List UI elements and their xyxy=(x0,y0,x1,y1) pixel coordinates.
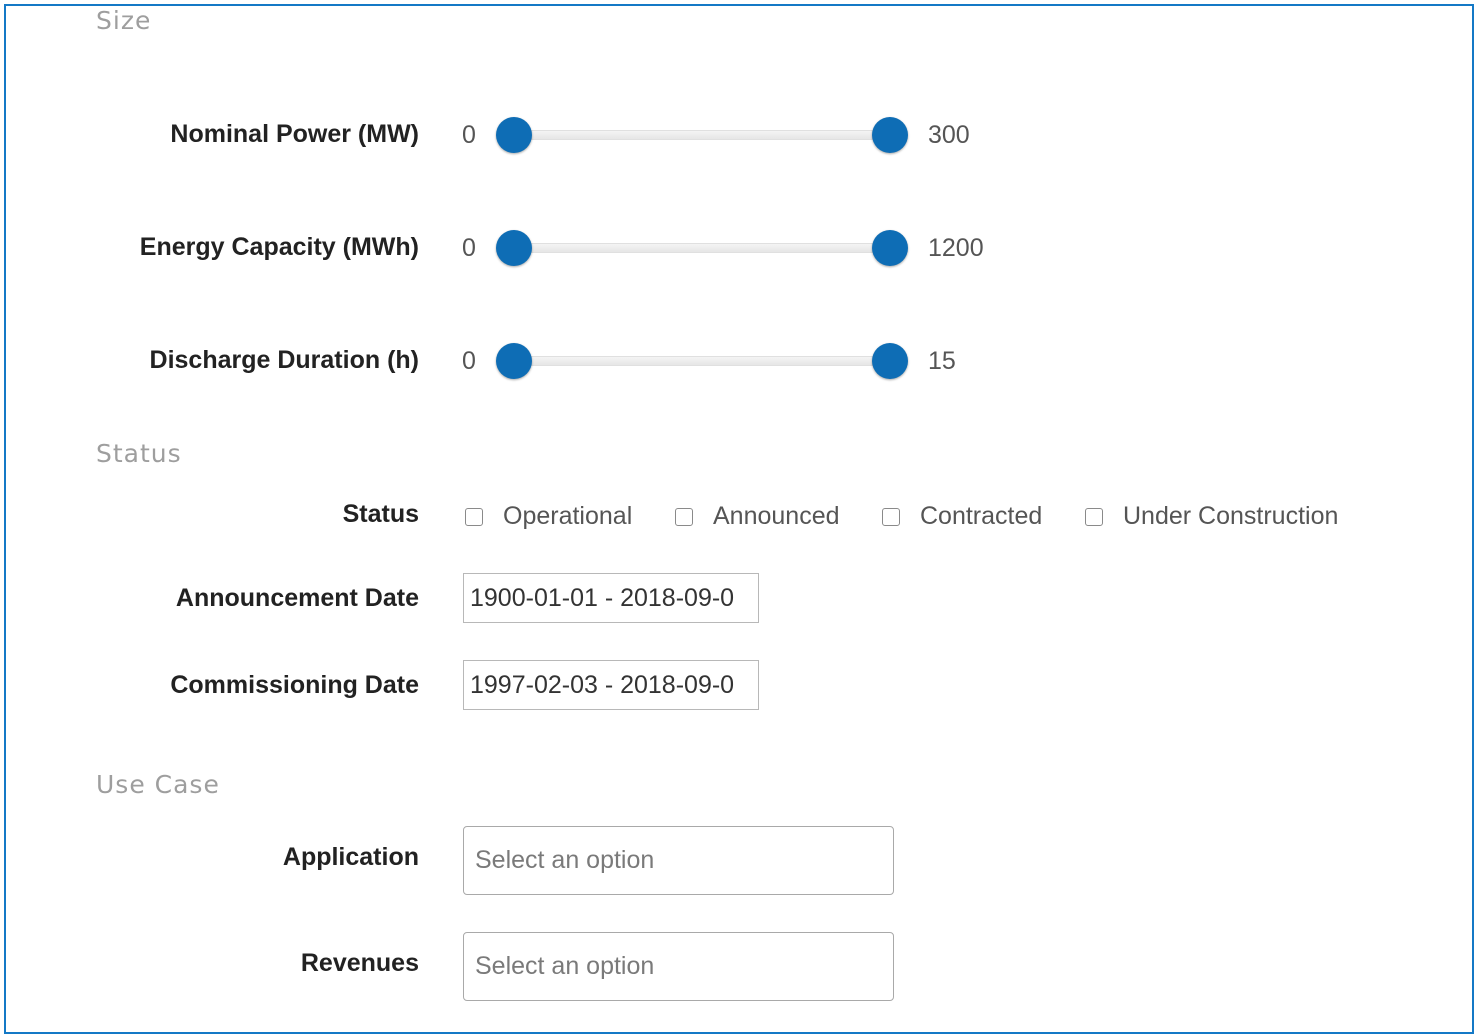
slider-min-handle[interactable] xyxy=(496,117,532,153)
application-label: Application xyxy=(282,843,419,871)
announcement-date-range-input[interactable]: 1900-01-01 - 2018-09-0 xyxy=(463,573,759,623)
slider-max-handle[interactable] xyxy=(872,230,908,266)
energy-capacity-max-value: 1200 xyxy=(928,234,984,262)
revenues-label: Revenues xyxy=(300,949,419,977)
discharge-duration-min-value: 0 xyxy=(462,347,476,375)
energy-capacity-label: Energy Capacity (MWh) xyxy=(139,233,419,261)
status-option-under-construction[interactable]: Under Construction xyxy=(1085,504,1338,529)
slider-track xyxy=(512,130,892,140)
status-option-contracted[interactable]: Contracted xyxy=(882,504,1042,529)
checkbox[interactable] xyxy=(675,507,693,526)
checkbox[interactable] xyxy=(1085,507,1103,526)
section-heading-status: Status xyxy=(96,439,182,468)
nominal-power-max-value: 300 xyxy=(928,121,970,149)
discharge-duration-label: Discharge Duration (h) xyxy=(149,346,419,374)
slider-track xyxy=(512,356,892,366)
section-heading-size: Size xyxy=(96,6,152,35)
slider-min-handle[interactable] xyxy=(496,343,532,379)
commissioning-date-label: Commissioning Date xyxy=(170,671,419,699)
energy-capacity-min-value: 0 xyxy=(462,234,476,262)
slider-track xyxy=(512,243,892,253)
discharge-duration-range-slider[interactable] xyxy=(496,341,908,385)
status-option-operational[interactable]: Operational xyxy=(465,504,632,529)
nominal-power-min-value: 0 xyxy=(462,121,476,149)
application-select[interactable]: Select an option xyxy=(463,826,894,895)
discharge-duration-max-value: 15 xyxy=(928,347,956,375)
slider-max-handle[interactable] xyxy=(872,117,908,153)
checkbox-label: Operational xyxy=(503,502,633,530)
slider-max-handle[interactable] xyxy=(872,343,908,379)
checkbox-label: Under Construction xyxy=(1123,502,1339,530)
status-option-announced[interactable]: Announced xyxy=(675,504,840,529)
checkbox-label: Announced xyxy=(713,502,840,530)
energy-capacity-range-slider[interactable] xyxy=(496,228,908,272)
status-label: Status xyxy=(342,500,419,528)
checkbox-label: Contracted xyxy=(920,502,1043,530)
nominal-power-label: Nominal Power (MW) xyxy=(170,120,419,148)
nominal-power-range-slider[interactable] xyxy=(496,115,908,159)
slider-min-handle[interactable] xyxy=(496,230,532,266)
checkbox[interactable] xyxy=(882,507,900,526)
commissioning-date-range-input[interactable]: 1997-02-03 - 2018-09-0 xyxy=(463,660,759,710)
section-heading-use-case: Use Case xyxy=(96,770,220,799)
revenues-select[interactable]: Select an option xyxy=(463,932,894,1001)
checkbox[interactable] xyxy=(465,507,483,526)
announcement-date-label: Announcement Date xyxy=(175,584,419,612)
